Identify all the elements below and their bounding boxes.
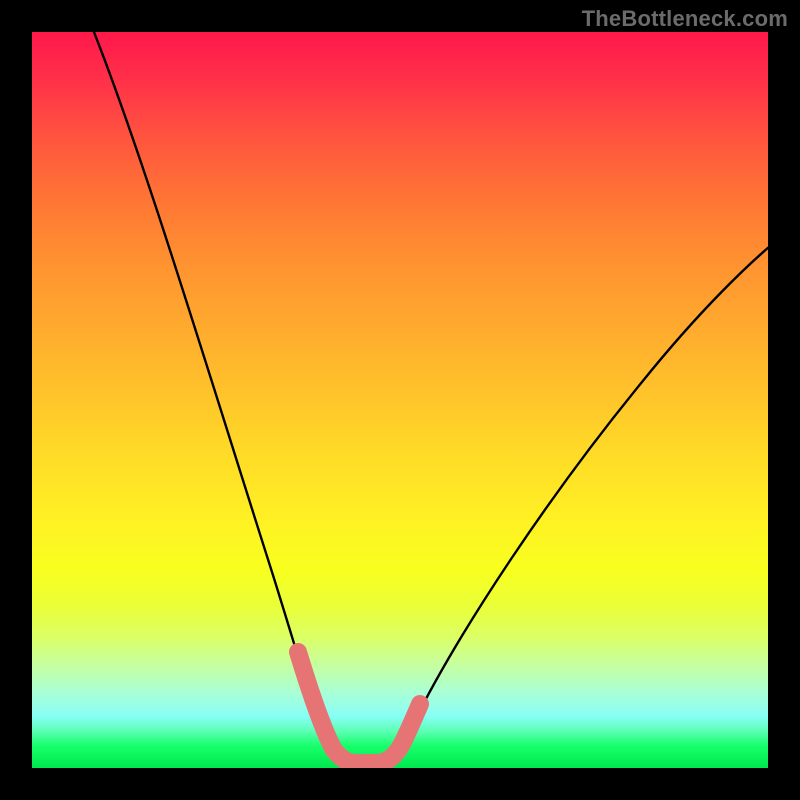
chart-frame: TheBottleneck.com <box>0 0 800 800</box>
watermark-text: TheBottleneck.com <box>582 6 788 32</box>
chart-plot-area <box>32 32 768 768</box>
chart-svg <box>32 32 768 768</box>
valley-highlight-segment <box>298 652 420 763</box>
bottleneck-curve-line <box>90 32 768 762</box>
